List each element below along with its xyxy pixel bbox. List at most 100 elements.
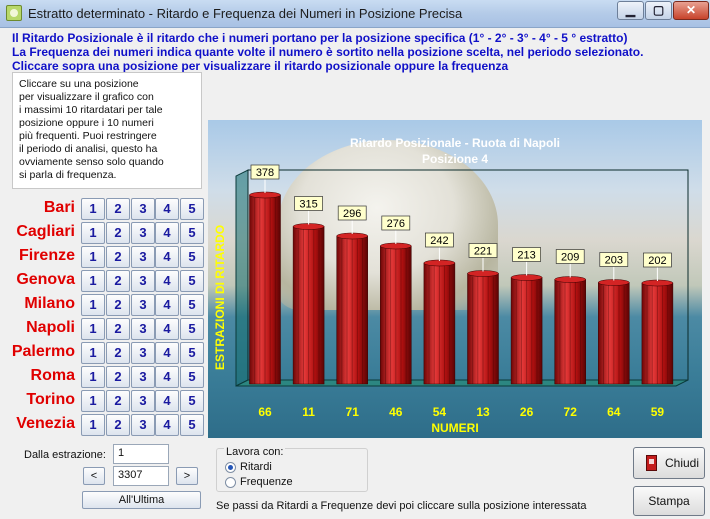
- position-button-firenze-4[interactable]: 4: [155, 246, 179, 268]
- position-button-milano-3[interactable]: 3: [131, 294, 155, 316]
- position-button-napoli-2[interactable]: 2: [106, 318, 130, 340]
- instruction-line-3: Cliccare sopra una posizione per visuali…: [12, 59, 509, 73]
- chart-title: Ritardo Posizionale - Ruota di Napoli: [350, 136, 560, 150]
- position-button-palermo-2[interactable]: 2: [106, 342, 130, 364]
- close-button-label: Chiudi: [665, 456, 700, 470]
- position-button-cagliari-4[interactable]: 4: [155, 222, 179, 244]
- city-row-milano: Milano 1 2 3 4 5: [0, 294, 205, 318]
- to-extraction-field[interactable]: 3307: [113, 466, 169, 486]
- x-axis-label: NUMERI: [431, 421, 478, 435]
- position-button-roma-5[interactable]: 5: [180, 366, 204, 388]
- position-button-bari-1[interactable]: 1: [81, 198, 105, 220]
- position-button-milano-5[interactable]: 5: [180, 294, 204, 316]
- city-label: Napoli: [26, 319, 75, 336]
- value-label-59: 202: [648, 255, 666, 267]
- city-row-roma: Roma 1 2 3 4 5: [0, 366, 205, 390]
- city-label: Cagliari: [16, 223, 75, 240]
- position-button-venezia-3[interactable]: 3: [131, 414, 155, 436]
- last-extraction-button[interactable]: All'Ultima: [82, 491, 201, 509]
- chart-panel[interactable]: Ritardo Posizionale - Ruota di Napoli Pos…: [208, 120, 702, 438]
- position-button-bari-2[interactable]: 2: [106, 198, 130, 220]
- position-button-bari-5[interactable]: 5: [180, 198, 204, 220]
- prev-button[interactable]: <: [83, 467, 105, 485]
- position-button-torino-5[interactable]: 5: [180, 390, 204, 412]
- frequenze-radio-label[interactable]: Frequenze: [240, 476, 293, 488]
- maximize-button[interactable]: ▢: [645, 1, 672, 20]
- position-button-roma-3[interactable]: 3: [131, 366, 155, 388]
- position-button-roma-4[interactable]: 4: [155, 366, 179, 388]
- position-button-napoli-4[interactable]: 4: [155, 318, 179, 340]
- position-button-palermo-4[interactable]: 4: [155, 342, 179, 364]
- x-tick-label-13: 13: [476, 405, 490, 419]
- city-row-cagliari: Cagliari 1 2 3 4 5: [0, 222, 205, 246]
- position-button-bari-3[interactable]: 3: [131, 198, 155, 220]
- position-button-palermo-3[interactable]: 3: [131, 342, 155, 364]
- position-button-genova-4[interactable]: 4: [155, 270, 179, 292]
- position-button-roma-1[interactable]: 1: [81, 366, 105, 388]
- city-label: Firenze: [18, 247, 75, 264]
- x-tick-label-64: 64: [607, 405, 621, 419]
- position-button-firenze-3[interactable]: 3: [131, 246, 155, 268]
- position-button-venezia-5[interactable]: 5: [180, 414, 204, 436]
- position-button-cagliari-5[interactable]: 5: [180, 222, 204, 244]
- position-button-firenze-5[interactable]: 5: [180, 246, 204, 268]
- position-button-torino-1[interactable]: 1: [81, 390, 105, 412]
- instruction-line-1: Il Ritardo Posizionale è il ritardo che …: [12, 31, 628, 45]
- position-button-firenze-1[interactable]: 1: [81, 246, 105, 268]
- y-axis-label: ESTRAZIONI DI RITARDO: [213, 225, 227, 370]
- frequenze-radio[interactable]: [225, 477, 236, 488]
- ritardi-radio[interactable]: [225, 462, 236, 473]
- ritardi-radio-label[interactable]: Ritardi: [240, 461, 272, 473]
- position-button-palermo-1[interactable]: 1: [81, 342, 105, 364]
- position-button-torino-3[interactable]: 3: [131, 390, 155, 412]
- bar-chart[interactable]: Ritardo Posizionale - Ruota di Napoli Pos…: [208, 120, 702, 438]
- position-button-genova-1[interactable]: 1: [81, 270, 105, 292]
- city-row-napoli: Napoli 1 2 3 4 5: [0, 318, 205, 342]
- city-label: Milano: [24, 295, 75, 312]
- x-tick-label-26: 26: [520, 405, 534, 419]
- position-button-napoli-3[interactable]: 3: [131, 318, 155, 340]
- position-button-venezia-2[interactable]: 2: [106, 414, 130, 436]
- position-button-milano-1[interactable]: 1: [81, 294, 105, 316]
- x-tick-label-11: 11: [302, 405, 315, 419]
- position-button-cagliari-1[interactable]: 1: [81, 222, 105, 244]
- city-label: Roma: [30, 367, 75, 384]
- city-row-genova: Genova 1 2 3 4 5: [0, 270, 205, 294]
- position-button-milano-2[interactable]: 2: [106, 294, 130, 316]
- position-button-roma-2[interactable]: 2: [106, 366, 130, 388]
- position-button-milano-4[interactable]: 4: [155, 294, 179, 316]
- close-window-button[interactable]: ✕: [673, 1, 709, 20]
- print-button[interactable]: Stampa: [633, 486, 705, 516]
- position-button-torino-4[interactable]: 4: [155, 390, 179, 412]
- position-button-napoli-5[interactable]: 5: [180, 318, 204, 340]
- value-label-11: 315: [299, 199, 317, 211]
- position-button-firenze-2[interactable]: 2: [106, 246, 130, 268]
- city-label: Torino: [26, 391, 75, 408]
- position-button-cagliari-3[interactable]: 3: [131, 222, 155, 244]
- position-button-torino-2[interactable]: 2: [106, 390, 130, 412]
- position-button-cagliari-2[interactable]: 2: [106, 222, 130, 244]
- position-button-palermo-5[interactable]: 5: [180, 342, 204, 364]
- city-label: Bari: [43, 199, 75, 216]
- position-button-genova-3[interactable]: 3: [131, 270, 155, 292]
- x-tick-label-72: 72: [564, 405, 578, 419]
- help-text-box: Cliccare su una posizione per visualizza…: [12, 72, 202, 189]
- city-label: Venezia: [16, 415, 75, 432]
- city-label: Palermo: [11, 343, 75, 360]
- value-label-64: 203: [605, 255, 623, 267]
- next-button[interactable]: >: [176, 467, 198, 485]
- position-button-genova-5[interactable]: 5: [180, 270, 204, 292]
- position-button-genova-2[interactable]: 2: [106, 270, 130, 292]
- position-button-bari-4[interactable]: 4: [155, 198, 179, 220]
- position-button-napoli-1[interactable]: 1: [81, 318, 105, 340]
- position-button-venezia-1[interactable]: 1: [81, 414, 105, 436]
- x-tick-label-54: 54: [433, 405, 447, 419]
- position-button-venezia-4[interactable]: 4: [155, 414, 179, 436]
- city-row-palermo: Palermo 1 2 3 4 5: [0, 342, 205, 366]
- minimize-button[interactable]: ▁: [617, 1, 644, 20]
- close-button[interactable]: Chiudi: [633, 447, 705, 479]
- from-extraction-field[interactable]: 1: [113, 444, 169, 464]
- exit-door-icon: [646, 455, 657, 471]
- window-title: Estratto determinato - Ritardo e Frequen…: [28, 6, 463, 21]
- city-row-firenze: Firenze 1 2 3 4 5: [0, 246, 205, 270]
